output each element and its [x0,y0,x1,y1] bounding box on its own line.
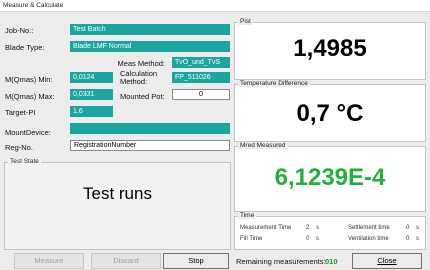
time-title: Time [238,212,257,219]
temperature-difference-group: Temperature Difference 0,7 °C [234,80,426,142]
calculation-method-label: Calculation Method: [120,69,158,86]
mred-measured-value: 6,1239E-4 [274,164,386,191]
measure-button[interactable]: Measure [14,253,84,269]
target-pi-field[interactable]: 1,6 [70,106,113,117]
ventilation-time-label: Ventilation time [348,236,389,242]
fill-time-value: 0 [306,236,310,242]
test-state-title: Test State [8,158,41,165]
mqmas-min-label: M(Qmas) Min: [5,75,53,84]
job-no-label: Job-No.: [5,26,34,35]
blade-type-label: Blade Type: [5,43,45,52]
mounted-pot-field[interactable]: 0 [172,89,230,100]
reg-no-field[interactable]: RegistrationNumber [70,140,230,151]
mred-measured-group: Mred Measured 6,1239E-4 [234,142,426,212]
test-state-group: Test State Test runs [4,158,231,250]
window-title: Measure & Calculate [0,0,430,12]
calculation-method-field[interactable]: FP_511026 [172,72,230,83]
remaining-measurements-label: Remaining measurements: [236,257,326,266]
settlement-time-value: 0 [406,225,410,231]
mqmas-max-field[interactable]: 0,0331 [70,89,113,100]
pist-title: Pist [238,18,253,25]
meas-method-field[interactable]: TvO_und_TvS [172,57,230,68]
remaining-measurements-value: 010 [325,257,338,266]
ventilation-time-value: 0 [406,236,410,242]
ventilation-time-unit: s [416,236,419,242]
stop-button[interactable]: Stop [163,253,229,269]
mounted-pot-label: Mounted Pot: [120,92,165,101]
reg-no-label: Reg-No. [5,143,33,152]
measurement-time-value: 2 [306,225,310,231]
blade-type-field[interactable]: Blade LMF Normal [70,41,230,52]
time-group: Time Measurement Time 2 s Settlement tim… [234,212,426,250]
mount-device-label: MountDevice: [5,128,51,137]
settlement-time-unit: s [416,225,419,231]
pist-value: 1,4985 [293,35,367,62]
test-state-value: Test runs [83,184,152,203]
measurement-time-label: Measurement Time [240,225,292,231]
temperature-difference-value: 0,7 °C [296,100,364,127]
mred-measured-title: Mred Measured [238,142,288,149]
close-button[interactable]: Close [352,253,422,269]
measure-calculate-window: Job-No.: Test Batch Blade Type: Blade LM… [0,12,430,270]
fill-time-label: Fill Time [240,236,263,242]
settlement-time-label: Settlement time [348,225,390,231]
meas-method-label: Meas Method: [117,59,165,68]
mount-device-field[interactable] [70,123,230,134]
mqmas-max-label: M(Qmas) Max: [5,92,55,101]
target-pi-label: Target-PI [5,108,36,117]
time-row-2: Fill Time 0 s Ventilation time 0 s [240,236,422,245]
time-row-1: Measurement Time 2 s Settlement time 0 s [240,225,422,234]
temperature-difference-title: Temperature Difference [238,80,310,87]
job-no-field[interactable]: Test Batch [70,24,230,35]
pist-group: Pist 1,4985 [234,18,426,80]
fill-time-unit: s [316,236,319,242]
discard-button[interactable]: Discard [91,253,161,269]
measurement-time-unit: s [316,225,319,231]
mqmas-min-field[interactable]: 0,0124 [70,72,113,83]
